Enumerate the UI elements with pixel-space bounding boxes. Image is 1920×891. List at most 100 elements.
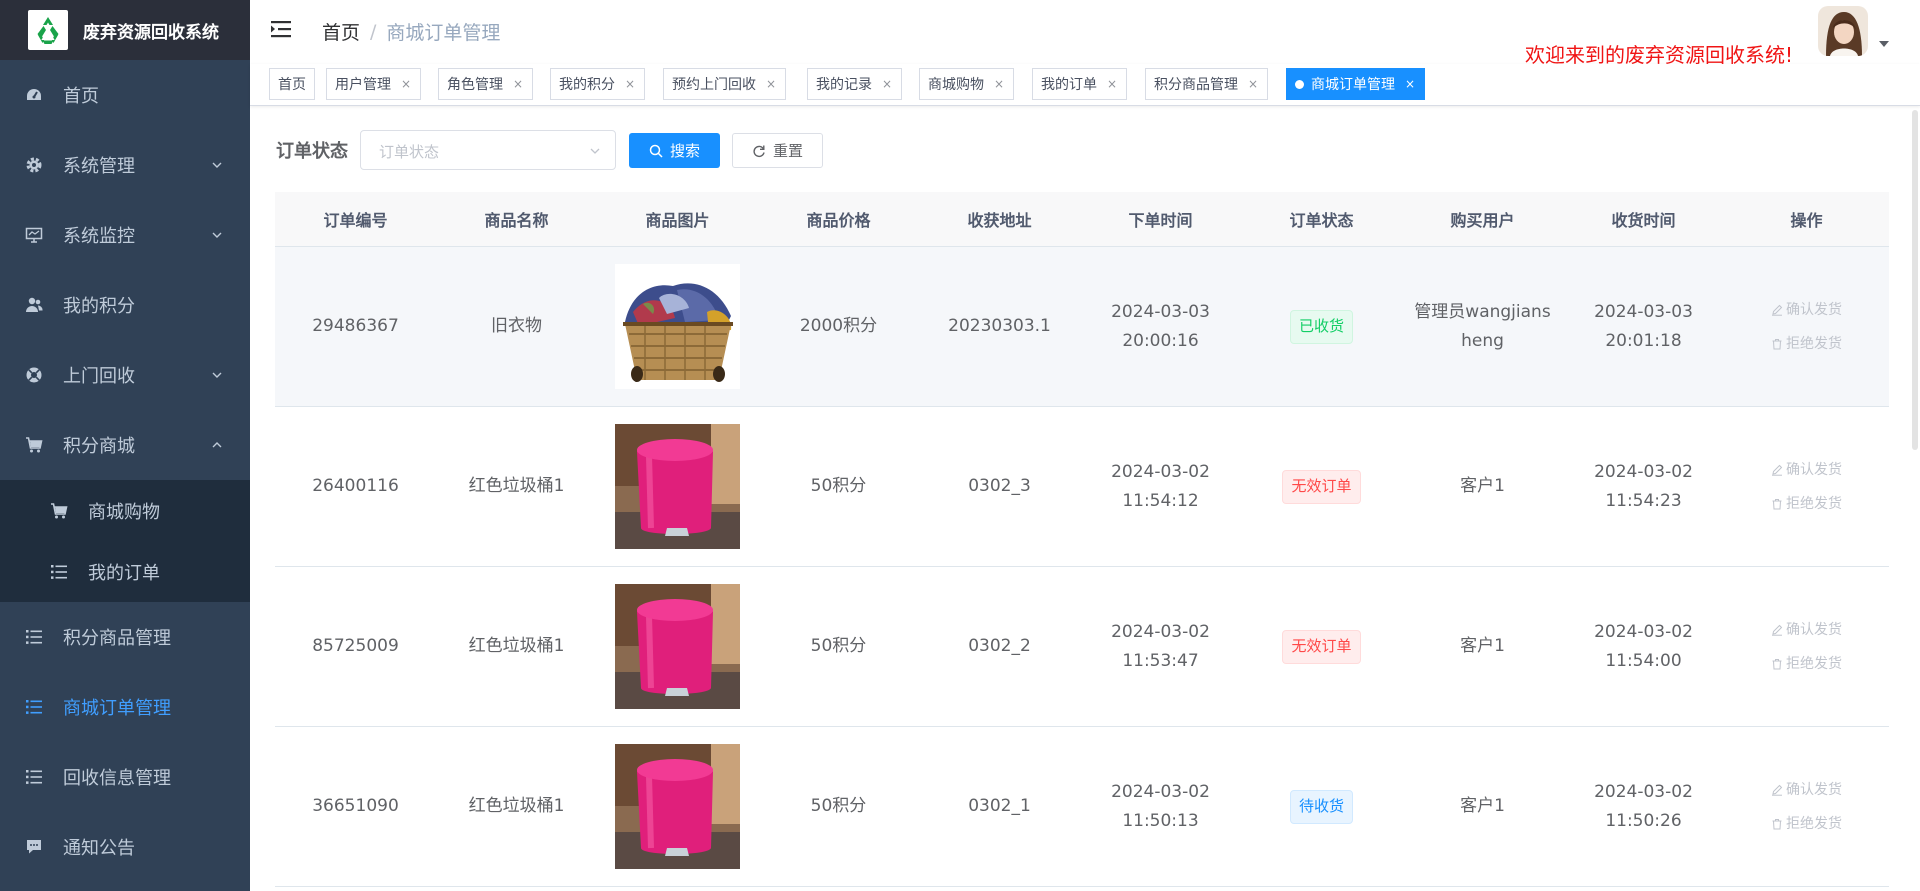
close-icon[interactable]: × [624,77,636,91]
tab-mall-shopping[interactable]: 商城购物 × [919,68,1014,100]
tab-mall-order-mgmt[interactable]: 商城订单管理 × [1286,68,1425,100]
chevron-down-icon [212,372,222,378]
close-icon[interactable]: × [765,77,777,91]
reject-ship-label: 拒绝发货 [1786,495,1842,512]
tags-view: 首页 用户管理 × 角色管理 × 我的积分 × 预约上门回收 × 我的记录 × … [250,64,1920,106]
tab-my-points[interactable]: 我的积分 × [550,68,645,100]
product-price: 50积分 [810,796,867,816]
column-header: 下单时间 [1128,211,1193,230]
avatar[interactable] [1818,6,1868,56]
tab-user-mgmt[interactable]: 用户管理 × [326,68,421,100]
sidebar-item-home[interactable]: 首页 [0,60,250,130]
table-row[interactable]: 36651090 红色垃圾桶1 50积分 0302_1 2024-03-02 1… [275,727,1889,887]
sidebar-item-label: 首页 [63,86,99,107]
search-icon [649,144,663,158]
app-logo[interactable]: 废弃资源回收系统 [0,0,250,60]
reject-ship-button[interactable]: 拒绝发货 [1771,814,1842,834]
tab-my-records[interactable]: 我的记录 × [807,68,902,100]
sidebar-item-label: 上门回收 [63,366,135,387]
sidebar-item-monitor[interactable]: 系统监控 [0,200,250,270]
close-icon[interactable]: × [512,77,524,91]
status-badge: 无效订单 [1282,469,1361,504]
product-image-pink-bin[interactable] [615,744,740,869]
status-badge: 已收货 [1289,309,1353,344]
order-status-label: 订单状态 [276,141,348,162]
product-image-pink-bin[interactable] [615,424,740,549]
recycle-logo-icon [28,10,68,50]
tab-label: 商城购物 [928,77,984,93]
close-icon[interactable]: × [1247,77,1259,91]
list-icon [24,697,44,717]
column-header: 收获地址 [967,211,1032,230]
tab-home[interactable]: 首页 [269,68,315,100]
table-row[interactable]: 26400116 红色垃圾桶1 50积分 0302_3 2024-03-02 1… [275,407,1889,567]
search-button[interactable]: 搜索 [629,133,720,168]
sidebar-item-system[interactable]: 系统管理 [0,130,250,200]
receive-time: 2024-03-02 11:54:23 [1594,461,1693,511]
order-id: 36651090 [312,796,399,816]
status-cell: 无效订单 [1241,567,1402,726]
peoples-icon [24,295,44,315]
order-status-select[interactable]: 订单状态 [360,130,616,170]
points-mall-submenu: 商城购物 我的订单 [0,480,250,602]
close-icon[interactable]: × [993,77,1005,91]
close-icon[interactable]: × [1404,77,1416,91]
sidebar-item-mall-order-mgmt[interactable]: 商城订单管理 [0,672,250,742]
tab-role-mgmt[interactable]: 角色管理 × [438,68,533,100]
product-price: 50积分 [810,636,867,656]
gear-icon [24,155,44,175]
product-image-pink-bin[interactable] [615,584,740,709]
confirm-ship-label: 确认发货 [1786,301,1842,318]
breadcrumb-home[interactable]: 首页 [322,18,360,45]
product-name: 旧衣物 [491,316,542,336]
operations-cell: 确认发货 拒绝发货 [1724,247,1889,406]
sidebar-item-points-goods-mgmt[interactable]: 积分商品管理 [0,602,250,672]
confirm-ship-label: 确认发货 [1786,781,1842,798]
tab-points-goods-mgmt[interactable]: 积分商品管理 × [1145,68,1268,100]
tab-my-orders[interactable]: 我的订单 × [1032,68,1127,100]
close-icon[interactable]: × [881,77,893,91]
sidebar-item-my-orders[interactable]: 我的订单 [0,541,250,602]
operations-cell: 确认发货 拒绝发货 [1724,727,1889,886]
tab-label: 角色管理 [447,77,503,93]
table-row[interactable]: 85725009 红色垃圾桶1 50积分 0302_2 2024-03-02 1… [275,567,1889,727]
reject-ship-button[interactable]: 拒绝发货 [1771,654,1842,674]
close-icon[interactable]: × [400,77,412,91]
sidebar-item-my-points[interactable]: 我的积分 [0,270,250,340]
message-icon [24,837,44,857]
product-image-cell [597,247,758,406]
sidebar-item-label: 通知公告 [63,838,135,859]
sidebar-item-recycle-info-mgmt[interactable]: 回收信息管理 [0,742,250,812]
sidebar-item-label: 我的积分 [63,296,135,317]
page-scrollbar[interactable] [1910,106,1920,891]
confirm-ship-button[interactable]: 确认发货 [1771,460,1842,480]
reject-ship-label: 拒绝发货 [1786,335,1842,352]
operations-cell: 确认发货 拒绝发货 [1724,407,1889,566]
confirm-ship-button[interactable]: 确认发货 [1771,780,1842,800]
caret-down-icon[interactable] [1878,40,1890,48]
tab-label: 用户管理 [335,77,391,93]
sidebar-item-door-recycle[interactable]: 上门回收 [0,340,250,410]
product-image-clothes[interactable] [615,264,740,389]
reject-ship-button[interactable]: 拒绝发货 [1771,334,1842,354]
confirm-ship-button[interactable]: 确认发货 [1771,620,1842,640]
order-time: 2024-03-02 11:50:13 [1111,781,1210,831]
reject-ship-button[interactable]: 拒绝发货 [1771,494,1842,514]
sidebar-item-mall-shopping[interactable]: 商城购物 [0,480,250,541]
confirm-ship-button[interactable]: 确认发货 [1771,300,1842,320]
buyer-user: 客户1 [1460,476,1505,496]
tab-label: 我的积分 [559,77,615,93]
sidebar-item-points-mall[interactable]: 积分商城 [0,410,250,480]
order-time: 2024-03-02 11:53:47 [1111,621,1210,671]
cart-icon [49,501,69,521]
reset-button[interactable]: 重置 [732,133,823,168]
hamburger-icon[interactable] [270,18,292,40]
top-navbar: 首页 / 商城订单管理 欢迎来到的废弃资源回收系统! [250,0,1920,67]
dashboard-icon [24,85,44,105]
sidebar-item-notice[interactable]: 通知公告 [0,812,250,882]
close-icon[interactable]: × [1106,77,1118,91]
product-image-cell [597,407,758,566]
tab-appointment-recycle[interactable]: 预约上门回收 × [663,68,786,100]
table-row[interactable]: 29486367 旧衣物 2000积分 20230303.1 2024-03-0… [275,247,1889,407]
scrollbar-thumb[interactable] [1912,110,1918,450]
